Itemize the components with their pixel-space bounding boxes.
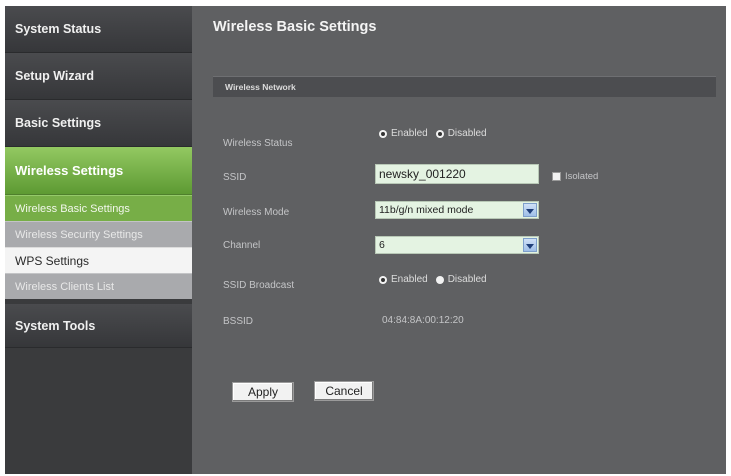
sidebar-item-label: System Tools xyxy=(15,318,96,333)
bssid-value: 04:84:8A:00:12:20 xyxy=(382,315,464,326)
sidebar-item-label: System Status xyxy=(15,22,102,36)
wireless-status-label: Wireless Status xyxy=(223,138,293,149)
wireless-status-disabled-radio[interactable] xyxy=(435,129,444,138)
subnav-wireless-basic-settings[interactable]: Wireless Basic Settings xyxy=(5,195,192,221)
sidebar-item-setup-wizard[interactable]: Setup Wizard xyxy=(5,53,192,100)
ssid-broadcast-enabled-text: Enabled xyxy=(391,274,428,285)
ssid-broadcast-disabled-radio[interactable] xyxy=(435,275,444,284)
page-title: Wireless Basic Settings xyxy=(213,19,377,35)
subnav-wireless-clients-list[interactable]: Wireless Clients List xyxy=(5,273,192,299)
sidebar-item-label: Wireless Settings xyxy=(15,163,124,178)
wireless-mode-label: Wireless Mode xyxy=(223,207,290,218)
section-title: Wireless Network xyxy=(225,82,296,92)
ssid-broadcast-label: SSID Broadcast xyxy=(223,280,295,291)
subnav-item-label: WPS Settings xyxy=(15,253,90,268)
sidebar-item-label: Setup Wizard xyxy=(15,69,95,83)
wireless-mode-selected-value: 11b/g/n mixed mode xyxy=(379,204,474,216)
ssid-broadcast-radio-group: Enabled Disabled xyxy=(379,274,495,285)
section-header-wireless-network: Wireless Network xyxy=(213,76,716,97)
bssid-label: BSSID xyxy=(223,316,254,327)
isolated-checkbox[interactable] xyxy=(552,172,561,181)
channel-label: Channel xyxy=(223,240,261,251)
channel-select[interactable]: 6 xyxy=(375,236,539,254)
subnav-item-label: Wireless Basic Settings xyxy=(15,202,130,215)
sidebar-item-system-tools[interactable]: System Tools xyxy=(5,304,192,348)
wireless-status-enabled-text: Enabled xyxy=(391,128,428,139)
ssid-broadcast-enabled-radio[interactable] xyxy=(379,275,387,284)
subnav-wps-settings[interactable]: WPS Settings xyxy=(5,247,192,273)
subnav-item-label: Wireless Security Settings xyxy=(15,228,143,241)
subnav-item-label: Wireless Clients List xyxy=(15,280,115,293)
subnav-wireless-security-settings[interactable]: Wireless Security Settings xyxy=(5,221,192,247)
cancel-button[interactable]: Cancel xyxy=(314,381,374,401)
ssid-input[interactable] xyxy=(375,164,539,184)
wireless-status-disabled-text: Disabled xyxy=(447,128,487,139)
sidebar-item-basic-settings[interactable]: Basic Settings xyxy=(5,100,192,147)
channel-selected-value: 6 xyxy=(379,239,385,251)
wireless-status-enabled-radio[interactable] xyxy=(379,129,387,138)
wireless-mode-select[interactable]: 11b/g/n mixed mode xyxy=(375,201,539,219)
chevron-down-icon[interactable] xyxy=(523,203,537,217)
wireless-status-radio-group: Enabled Disabled xyxy=(379,128,495,139)
sidebar-item-system-status[interactable]: System Status xyxy=(5,6,192,53)
apply-button[interactable]: Apply xyxy=(232,382,294,402)
ssid-broadcast-disabled-text: Disabled xyxy=(447,274,487,285)
isolated-label: Isolated xyxy=(565,171,599,182)
sidebar-item-label: Basic Settings xyxy=(15,116,102,130)
ssid-label: SSID xyxy=(223,172,247,183)
sidebar-item-wireless-settings[interactable]: Wireless Settings xyxy=(5,147,192,195)
sidebar-nav: System Status Setup Wizard Basic Setting… xyxy=(5,6,192,474)
chevron-down-icon[interactable] xyxy=(523,238,537,252)
